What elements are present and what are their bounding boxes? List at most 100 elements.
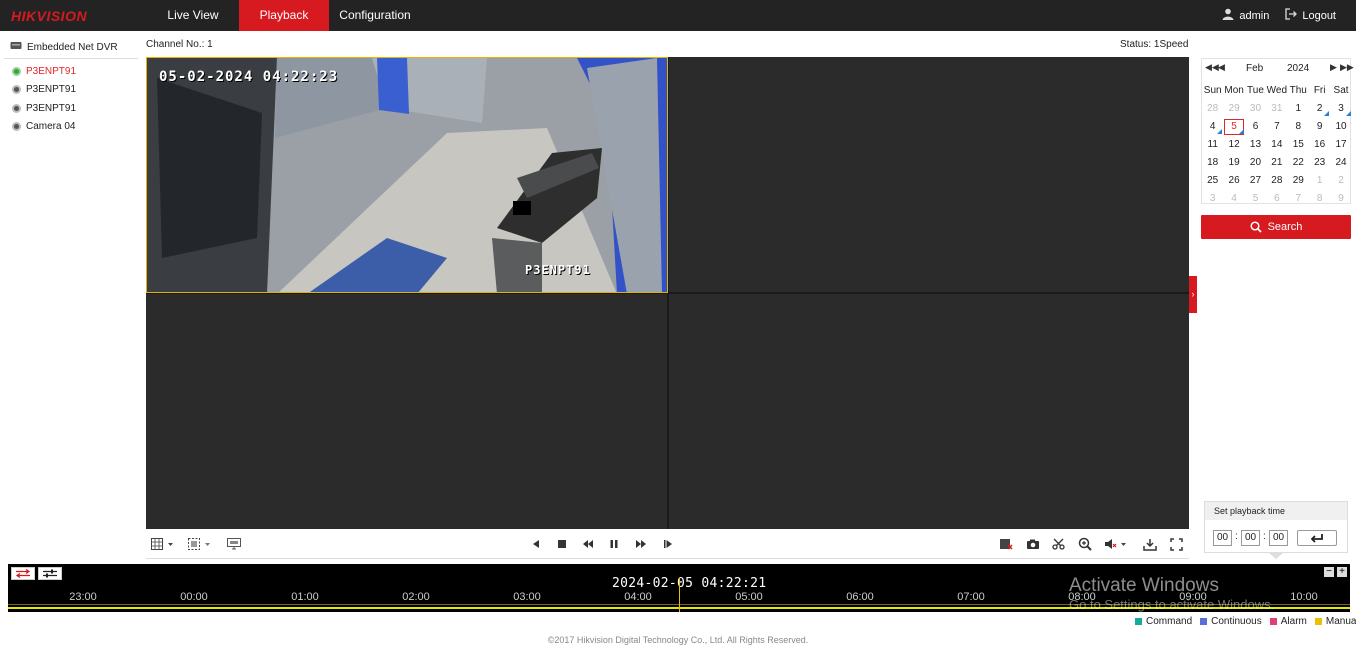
prev-month-icon[interactable]: ◀	[1218, 62, 1225, 73]
calendar-day[interactable]: 23	[1309, 154, 1330, 172]
download-icon	[1143, 538, 1157, 551]
calendar-day[interactable]: 8	[1288, 118, 1309, 136]
second-field[interactable]: 00	[1269, 530, 1288, 546]
calendar-day[interactable]: 28	[1202, 100, 1223, 118]
sync-playback-button[interactable]	[11, 567, 35, 580]
calendar-day[interactable]: 6	[1245, 118, 1266, 136]
calendar-day[interactable]: 30	[1245, 100, 1266, 118]
next-month-icon[interactable]: ▶	[1330, 62, 1337, 73]
calendar-day[interactable]: 29	[1223, 100, 1244, 118]
calendar-day[interactable]: 4	[1202, 118, 1223, 136]
calendar-day[interactable]: 9	[1330, 190, 1351, 208]
calendar-day[interactable]: 3	[1202, 190, 1223, 208]
calendar-day[interactable]: 10	[1330, 118, 1351, 136]
calendar-day[interactable]: 29	[1288, 172, 1309, 190]
calendar-day[interactable]: 28	[1266, 172, 1287, 190]
minute-field[interactable]: 00	[1241, 530, 1260, 546]
calendar-day[interactable]: 9	[1309, 118, 1330, 136]
calendar-day[interactable]: 12	[1223, 136, 1244, 154]
calendar-day[interactable]: 15	[1288, 136, 1309, 154]
reverse-play-button[interactable]	[528, 536, 544, 552]
camera-icon	[1027, 539, 1039, 549]
camera-item-2[interactable]: P3ENPT91	[12, 84, 76, 95]
calendar-day[interactable]: 17	[1330, 136, 1351, 154]
calendar-day[interactable]: 22	[1288, 154, 1309, 172]
stop-recording-button[interactable]	[998, 536, 1014, 552]
calendar-day[interactable]: 3	[1330, 100, 1352, 118]
search-button[interactable]: Search	[1201, 215, 1351, 239]
tab-playback[interactable]: Playback	[239, 0, 329, 31]
calendar-day[interactable]: 4	[1223, 190, 1244, 208]
calendar-day[interactable]: 8	[1309, 190, 1330, 208]
stop-all-button[interactable]	[226, 536, 242, 552]
calendar-day[interactable]: 5	[1245, 190, 1266, 208]
camera-label: P3ENPT91	[26, 84, 77, 95]
audio-button[interactable]	[1104, 536, 1130, 552]
collapse-panel-button[interactable]: ›	[1189, 276, 1197, 313]
timeline-zoom-in-button[interactable]: +	[1337, 567, 1347, 577]
timeline-zoom-out-button[interactable]: −	[1324, 567, 1334, 577]
calendar-day[interactable]: 7	[1266, 118, 1287, 136]
calendar-day[interactable]: 2	[1330, 172, 1351, 190]
go-to-time-button[interactable]	[1297, 530, 1337, 546]
calendar-day[interactable]: 24	[1330, 154, 1351, 172]
camera-item-3[interactable]: P3ENPT91	[12, 103, 76, 114]
fullscreen-button[interactable]	[1168, 536, 1184, 552]
calendar-day[interactable]: 18	[1202, 154, 1223, 172]
video-window-4[interactable]	[669, 294, 1189, 529]
timeline-tick-label: 03:00	[513, 591, 541, 603]
calendar-day[interactable]: 5	[1223, 118, 1245, 136]
digital-zoom-button[interactable]	[188, 536, 214, 552]
next-year-icon[interactable]: ▶▶	[1340, 62, 1354, 73]
clip-button[interactable]	[1051, 536, 1067, 552]
dvr-node[interactable]: Embedded Net DVR	[10, 41, 118, 53]
calendar-day[interactable]: 7	[1288, 190, 1309, 208]
calendar-day[interactable]: 19	[1223, 154, 1244, 172]
calendar-day[interactable]: 2	[1309, 100, 1330, 118]
calendar-day[interactable]: 16	[1309, 136, 1330, 154]
window-layout-button[interactable]	[151, 536, 177, 552]
timeline[interactable]: 2024-02-05 04:22:21 23:00 00:00 01:00 02:00…	[8, 564, 1350, 612]
calendar-day[interactable]: 31	[1266, 100, 1287, 118]
channel-number: Channel No.: 1	[146, 39, 213, 50]
stop-button[interactable]	[554, 536, 570, 552]
calendar-day[interactable]: 26	[1223, 172, 1244, 190]
video-window-1[interactable]: 05-02-2024 04:22:23 P3ENPT91	[146, 57, 668, 293]
tab-live-view[interactable]: Live View	[148, 0, 238, 31]
download-button[interactable]	[1142, 536, 1158, 552]
calendar-day[interactable]: 11	[1202, 136, 1223, 154]
time-colon: :	[1263, 531, 1266, 542]
calendar-week-row: 28 29 30 31 1 2 3	[1202, 100, 1352, 118]
capture-button[interactable]	[1025, 536, 1041, 552]
timeline-tick-label: 04:00	[624, 591, 652, 603]
timeline-settings-button[interactable]	[38, 567, 62, 580]
single-frame-button[interactable]	[660, 536, 676, 552]
logout-button[interactable]: Logout	[1285, 8, 1336, 23]
timeline-cursor[interactable]	[679, 578, 680, 612]
user-menu[interactable]: admin	[1222, 8, 1269, 23]
pause-button[interactable]	[606, 536, 622, 552]
calendar-day[interactable]: 20	[1245, 154, 1266, 172]
audio-muted-icon	[1105, 539, 1126, 549]
calendar-month[interactable]: Feb	[1246, 63, 1263, 74]
calendar-day[interactable]: 13	[1245, 136, 1266, 154]
camera-item-1[interactable]: P3ENPT91	[12, 66, 76, 77]
speed-up-button[interactable]	[633, 536, 649, 552]
calendar-day[interactable]: 1	[1288, 100, 1309, 118]
video-window-2[interactable]	[669, 57, 1189, 292]
tab-configuration[interactable]: Configuration	[330, 0, 420, 31]
video-window-3[interactable]	[146, 294, 667, 529]
calendar-day[interactable]: 6	[1266, 190, 1287, 208]
prev-year-icon[interactable]: ◀◀	[1205, 62, 1219, 73]
dvr-icon	[10, 41, 22, 53]
hour-field[interactable]: 00	[1213, 530, 1232, 546]
slow-down-button[interactable]	[580, 536, 596, 552]
calendar-day[interactable]: 21	[1266, 154, 1287, 172]
zoom-button[interactable]	[1077, 536, 1093, 552]
calendar-day[interactable]: 14	[1266, 136, 1287, 154]
calendar-day[interactable]: 25	[1202, 172, 1223, 190]
calendar-day[interactable]: 27	[1245, 172, 1266, 190]
calendar-day[interactable]: 1	[1309, 172, 1330, 190]
camera-item-4[interactable]: Camera 04	[12, 121, 75, 132]
calendar-year[interactable]: 2024	[1287, 63, 1309, 74]
